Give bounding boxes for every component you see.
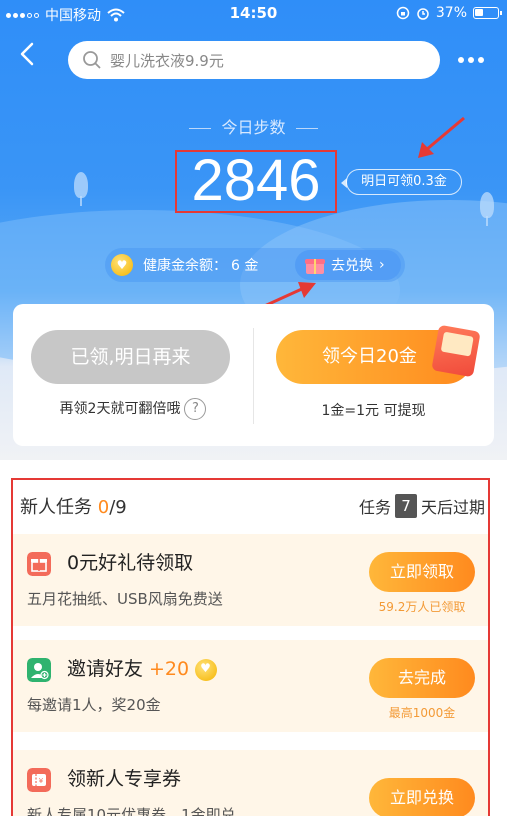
double-hint: 再领2天就可翻倍哦? [13,398,253,420]
status-bar: 中国移动 14:50 37% [0,0,507,28]
rotation-lock-icon [396,6,410,20]
double-hint-text: 再领2天就可翻倍哦 [59,401,181,417]
chevron-right-icon: › [379,257,385,273]
exchange-button[interactable]: 去兑换 › [295,250,401,280]
back-icon[interactable] [14,40,42,68]
gift-icon [305,256,325,274]
tree-decoration [74,172,88,206]
balance-pill: ♥ 健康金余额： 6 金 去兑换 › [105,248,405,282]
exchange-label: 去兑换 [331,258,373,274]
steps-label-row: 今日步数 [0,114,507,138]
annotation-box [11,478,490,816]
exchange-rate-hint: 1金=1元 可提现 [321,403,426,419]
red-envelope-icon [431,324,481,378]
annotation-box [175,150,337,213]
balance-value: 6 金 [231,258,259,274]
battery-icon [473,7,502,19]
claim-card: 已领,明日再来 再领2天就可翻倍哦? 领今日20金 1金=1元 可提现 [13,304,494,446]
search-icon [83,51,101,69]
tomorrow-reward-badge: 明日可领0.3金 [341,169,462,195]
heart-coin-icon: ♥ [111,254,133,276]
claimed-button[interactable]: 已领,明日再来 [31,330,230,384]
alarm-icon [417,8,429,20]
steps-label: 今日步数 [221,118,286,137]
search-bar[interactable]: 婴儿洗衣液9.9元 [68,41,440,79]
tree-decoration [480,192,494,226]
search-placeholder: 婴儿洗衣液9.9元 [110,51,224,70]
battery-percent: 37% [435,5,467,21]
help-icon[interactable]: ? [184,398,207,420]
more-icon[interactable] [458,50,488,70]
balance-label: 健康金余额： [143,258,227,274]
